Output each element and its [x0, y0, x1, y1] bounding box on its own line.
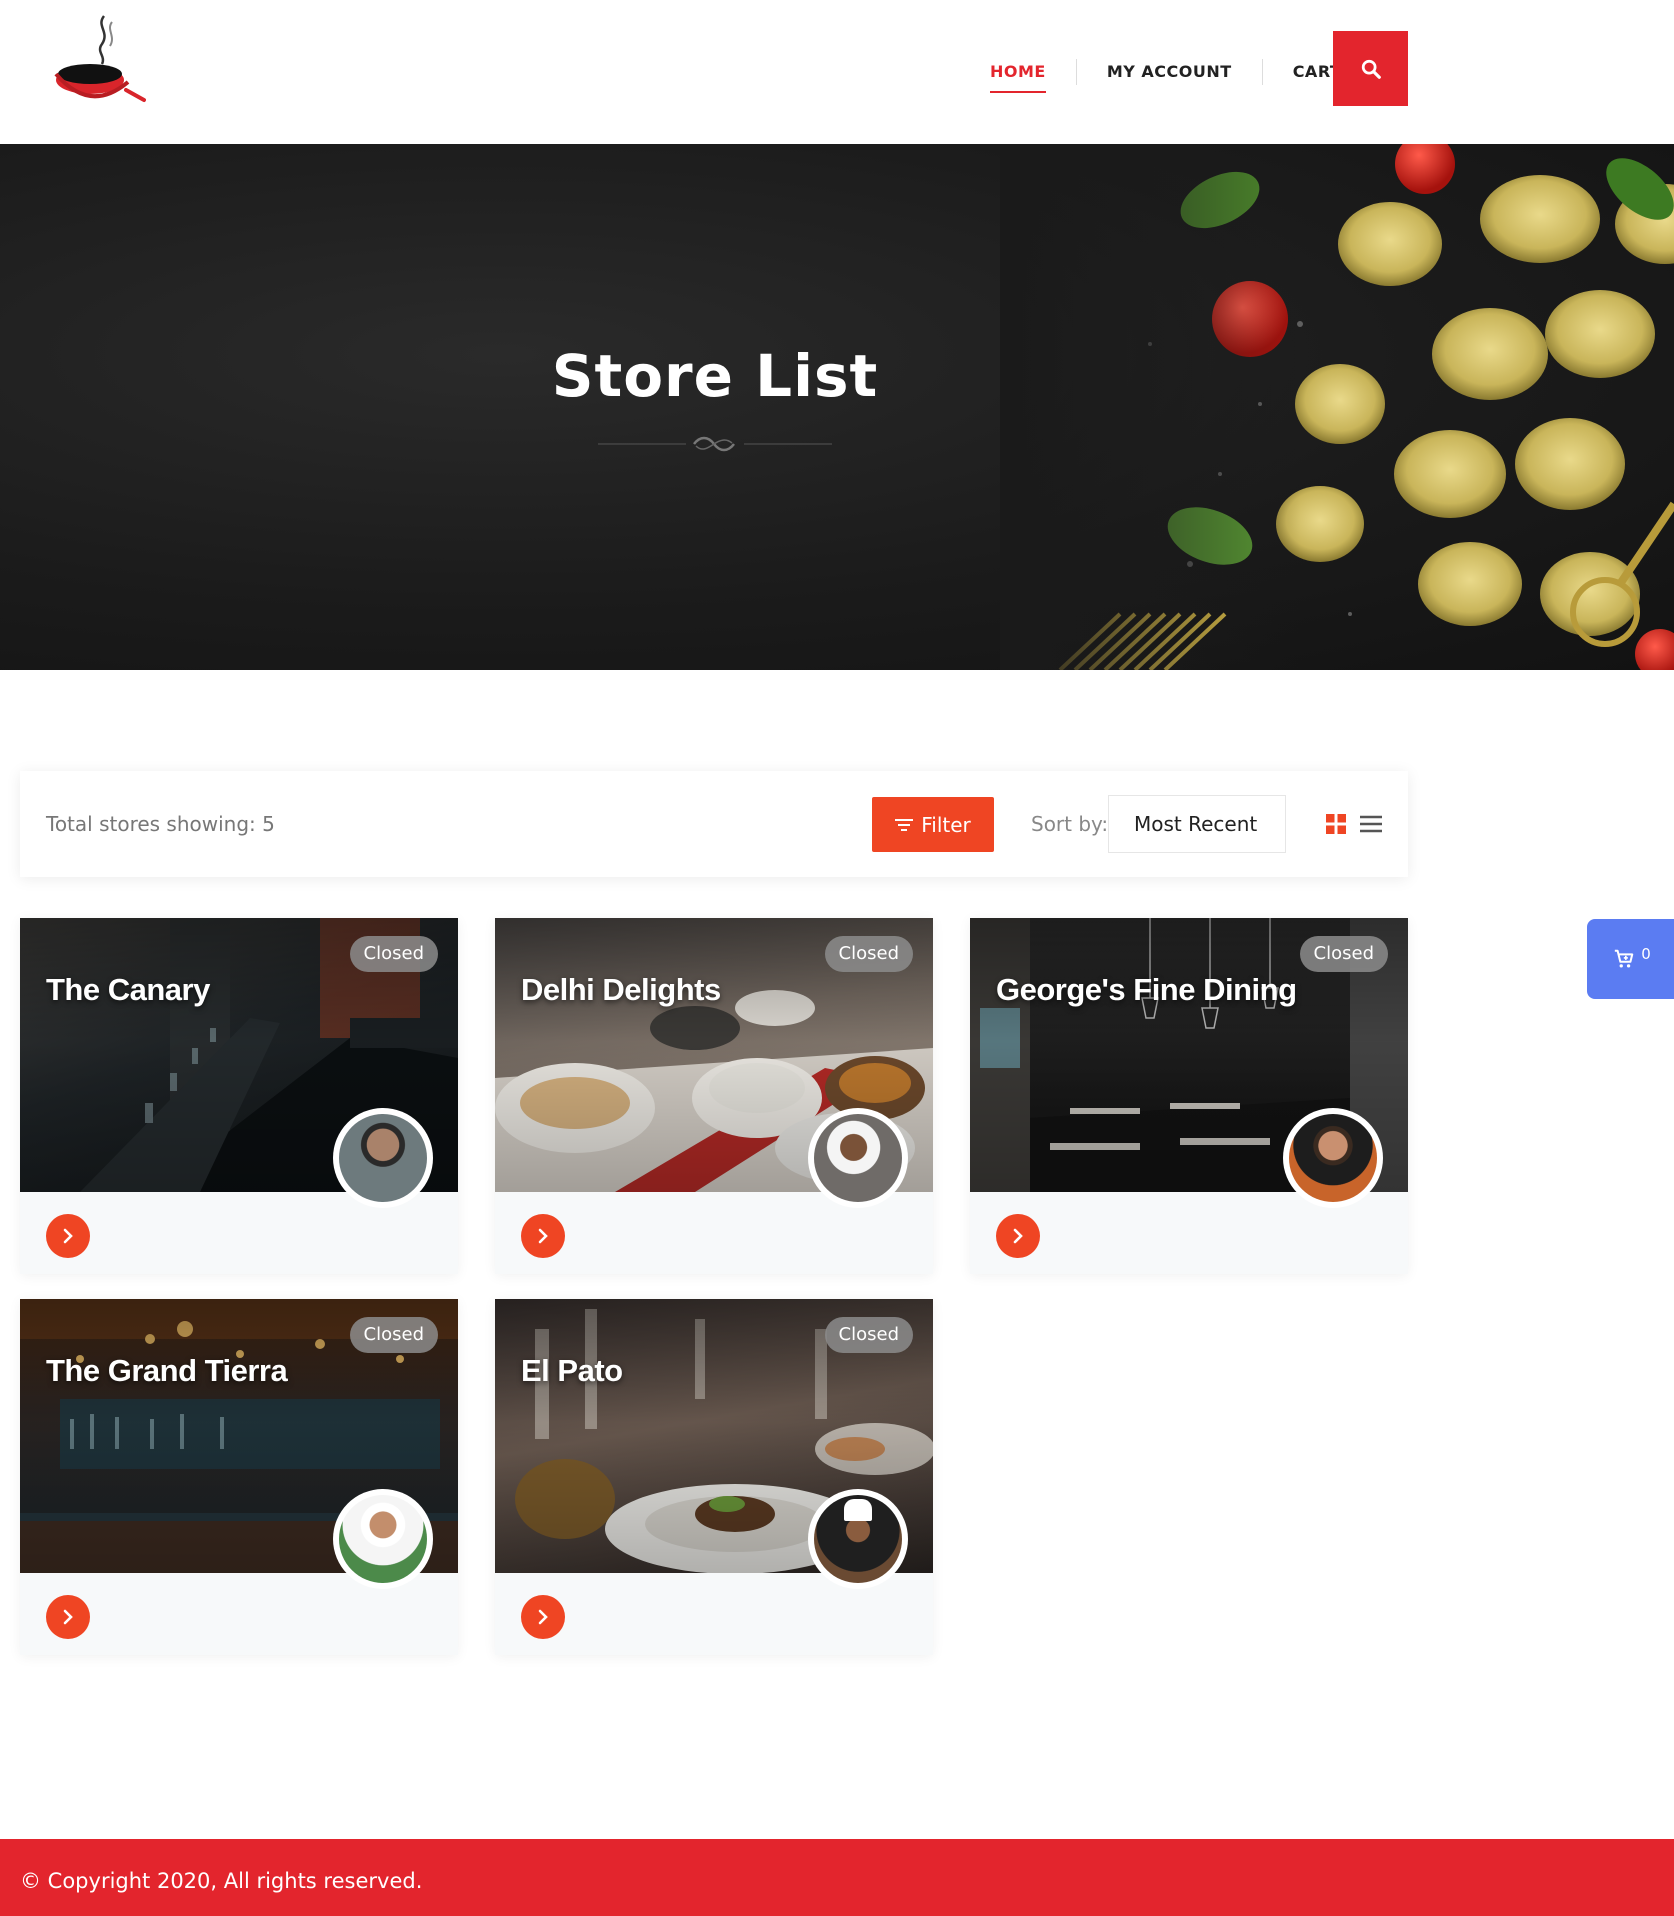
site-header: HOME MY ACCOUNT CART: [0, 0, 1674, 144]
status-badge: Closed: [349, 1317, 438, 1353]
chef-avatar: [808, 1489, 908, 1589]
open-store-button[interactable]: [521, 1595, 565, 1639]
filter-icon: [895, 818, 914, 831]
open-store-button[interactable]: [521, 1214, 565, 1258]
status-badge: Closed: [1299, 936, 1388, 972]
logo-icon[interactable]: [46, 14, 146, 114]
store-name: Delhi Delights: [521, 972, 721, 1007]
chevron-right-icon: [63, 1228, 73, 1244]
chevron-right-icon: [538, 1228, 548, 1244]
search-icon: [1361, 59, 1381, 79]
chef-avatar: [333, 1108, 433, 1208]
status-badge: Closed: [824, 1317, 913, 1353]
status-badge: Closed: [349, 936, 438, 972]
open-store-button[interactable]: [46, 1214, 90, 1258]
status-badge: Closed: [824, 936, 913, 972]
nav-home[interactable]: HOME: [960, 57, 1076, 93]
grid-view-icon[interactable]: [1326, 814, 1346, 834]
store-name: El Pato: [521, 1353, 623, 1388]
chevron-right-icon: [538, 1609, 548, 1625]
chevron-right-icon: [63, 1609, 73, 1625]
total-stores-count: Total stores showing: 5: [46, 812, 275, 836]
store-card[interactable]: El Pato Closed: [495, 1299, 933, 1655]
filter-label: Filter: [921, 812, 971, 837]
store-name: George's Fine Dining: [996, 972, 1297, 1007]
open-store-button[interactable]: [46, 1595, 90, 1639]
cart-icon: [1615, 949, 1634, 968]
main-nav: HOME MY ACCOUNT CART: [960, 0, 1371, 144]
list-view-icon[interactable]: [1360, 814, 1382, 834]
filter-button[interactable]: Filter: [872, 797, 994, 852]
sort-select[interactable]: Most Recent: [1108, 795, 1286, 853]
chef-avatar: [808, 1108, 908, 1208]
store-toolbar: Total stores showing: 5 Filter Sort by: …: [20, 771, 1408, 877]
sort-label: Sort by:: [1031, 812, 1109, 836]
open-store-button[interactable]: [996, 1214, 1040, 1258]
store-name: The Canary: [46, 972, 210, 1007]
copyright-text: © Copyright 2020, All rights reserved.: [20, 1869, 423, 1893]
store-card[interactable]: The Canary Closed: [20, 918, 458, 1274]
chef-avatar: [333, 1489, 433, 1589]
chevron-right-icon: [1013, 1228, 1023, 1244]
search-button[interactable]: [1333, 31, 1408, 106]
cart-count: 0: [1641, 945, 1651, 963]
store-card[interactable]: George's Fine Dining Closed: [970, 918, 1408, 1274]
store-name: The Grand Tierra: [46, 1353, 288, 1388]
chef-avatar: [1283, 1108, 1383, 1208]
floating-cart-button[interactable]: 0: [1587, 919, 1674, 999]
title-divider-ornament: [598, 436, 832, 452]
store-card[interactable]: Delhi Delights Closed: [495, 918, 933, 1274]
nav-my-account[interactable]: MY ACCOUNT: [1077, 57, 1262, 87]
store-card[interactable]: The Grand Tierra Closed: [20, 1299, 458, 1655]
site-footer: © Copyright 2020, All rights reserved.: [0, 1839, 1674, 1916]
page-title: Store List: [551, 342, 879, 410]
hero-banner: Store List: [0, 144, 1674, 670]
